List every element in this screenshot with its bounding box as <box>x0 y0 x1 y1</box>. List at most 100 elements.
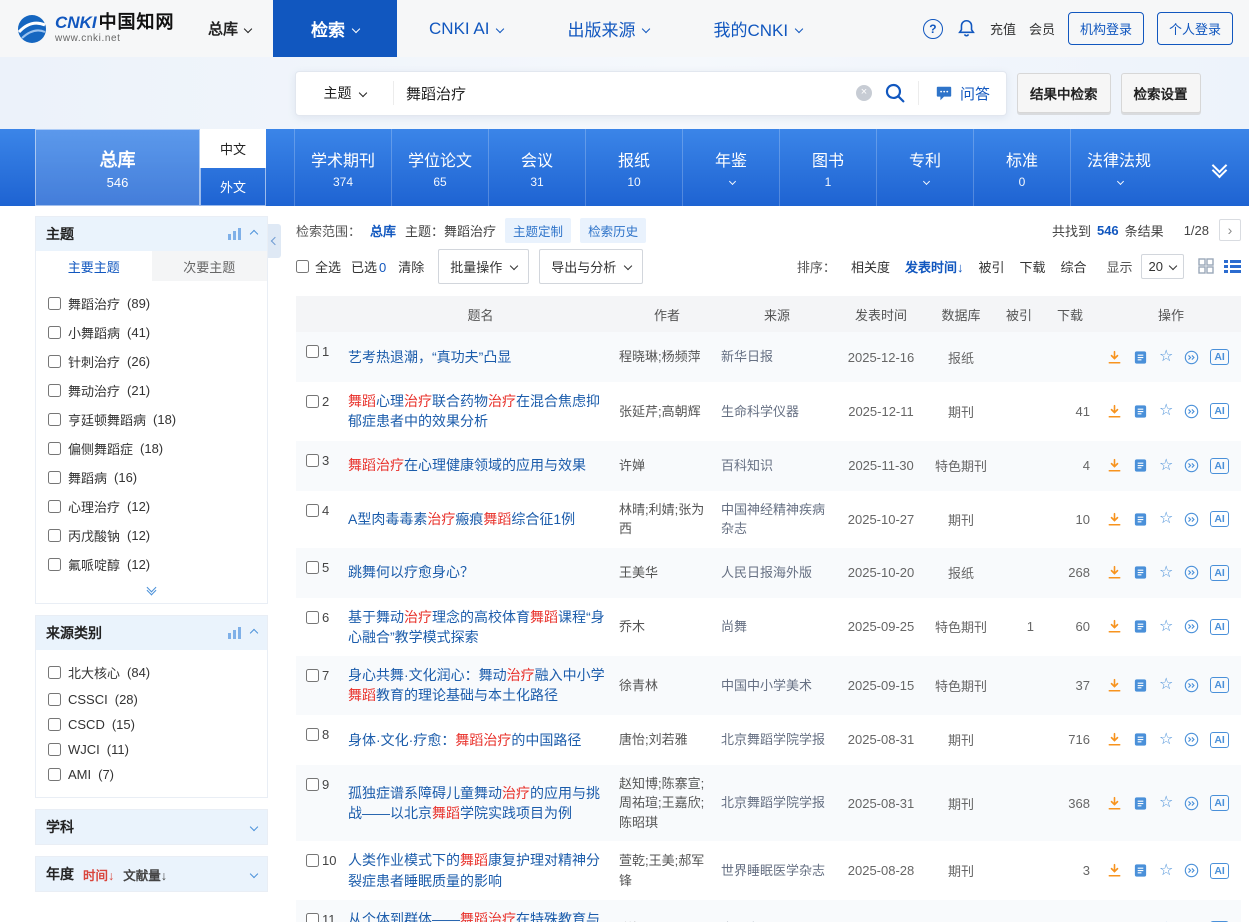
year-sort-time[interactable]: 时间↓ <box>83 865 114 884</box>
result-title-link[interactable]: 舞蹈心理治疗联合药物治疗在混合焦虑抑郁症患者中的效果分析 <box>348 391 613 432</box>
result-title-link[interactable]: 身心共舞·文化润心：舞动治疗融入中小学舞蹈教育的理论基础与本土化路径 <box>348 665 613 706</box>
search-icon[interactable] <box>884 82 906 104</box>
db-tab[interactable]: 图书 1 <box>779 129 876 206</box>
result-cited-count[interactable]: 1 <box>999 619 1039 634</box>
library-select[interactable]: 总库 <box>208 18 251 39</box>
favorite-icon[interactable]: ☆ <box>1159 795 1173 811</box>
filter-item[interactable]: WJCI (11) <box>36 737 267 762</box>
ai-badge[interactable]: AI <box>1210 677 1229 693</box>
favorite-icon[interactable]: ☆ <box>1159 565 1173 581</box>
result-source[interactable]: 北京舞蹈学院学报 <box>721 793 833 813</box>
result-download-count[interactable]: 41 <box>1045 404 1095 419</box>
filter-item[interactable]: CSCD (15) <box>36 712 267 737</box>
ai-badge[interactable]: AI <box>1210 458 1229 474</box>
scope-value[interactable]: 总库 <box>370 221 396 240</box>
result-source[interactable]: 人民日报海外版 <box>721 563 833 583</box>
row-checkbox[interactable] <box>306 913 319 922</box>
result-title-link[interactable]: 从个体到群体——舞蹈治疗在特殊教育与社会支持体系中的实践探索 <box>348 909 613 922</box>
html-read-icon[interactable] <box>1133 863 1148 878</box>
result-authors[interactable]: 程晓琳;杨频萍 <box>619 347 715 367</box>
result-source[interactable]: 生命科学仪器 <box>721 402 833 422</box>
ai-badge[interactable]: AI <box>1210 732 1229 748</box>
cite-icon[interactable] <box>1184 732 1199 747</box>
nav-my-cnki[interactable]: 我的CNKI <box>681 0 834 57</box>
recharge-link[interactable]: 充值 <box>990 19 1016 38</box>
result-download-count[interactable]: 4 <box>1045 458 1095 473</box>
favorite-icon[interactable]: ☆ <box>1159 403 1173 419</box>
row-checkbox[interactable] <box>306 504 319 517</box>
ai-badge[interactable]: AI <box>1210 565 1229 581</box>
sort-bars-icon[interactable] <box>228 228 242 240</box>
sort-option[interactable]: 发表时间↓ <box>905 260 964 275</box>
result-authors[interactable]: 唐怡;刘若雅 <box>619 730 715 750</box>
result-source[interactable]: 中国中小学美术 <box>721 676 833 696</box>
filter-checkbox[interactable] <box>48 500 61 513</box>
download-icon[interactable] <box>1107 732 1122 747</box>
list-view-icon[interactable] <box>1224 259 1241 274</box>
html-read-icon[interactable] <box>1133 619 1148 634</box>
export-analyze-button[interactable]: 导出与分析 <box>539 249 643 284</box>
sort-option[interactable]: 综合 <box>1061 260 1087 275</box>
select-all-checkbox[interactable] <box>296 260 309 273</box>
db-tab[interactable]: 标准 0 <box>973 129 1070 206</box>
result-authors[interactable]: 徐青林 <box>619 676 715 696</box>
result-title-link[interactable]: 人类作业模式下的舞蹈康复护理对精神分裂症患者睡眠质量的影响 <box>348 850 613 891</box>
filter-checkbox[interactable] <box>48 768 61 781</box>
result-source[interactable]: 中国神经精神疾病杂志 <box>721 500 833 539</box>
filter-item[interactable]: 氟哌啶醇 (12) <box>36 550 267 579</box>
filter-checkbox[interactable] <box>48 442 61 455</box>
member-link[interactable]: 会员 <box>1029 19 1055 38</box>
db-tab[interactable]: 学位论文 65 <box>391 129 488 206</box>
search-settings-button[interactable]: 检索设置 <box>1121 73 1201 113</box>
row-checkbox[interactable] <box>306 669 319 682</box>
cite-icon[interactable] <box>1184 678 1199 693</box>
batch-actions-button[interactable]: 批量操作 <box>438 249 529 284</box>
result-download-count[interactable]: 368 <box>1045 796 1095 811</box>
expand-more-icon[interactable] <box>36 581 267 603</box>
year-sort-volume[interactable]: 文献量↓ <box>123 865 167 884</box>
subject-custom-button[interactable]: 主题定制 <box>505 218 571 243</box>
ai-badge[interactable]: AI <box>1210 795 1229 811</box>
filter-checkbox[interactable] <box>48 666 61 679</box>
favorite-icon[interactable]: ☆ <box>1159 863 1173 879</box>
result-authors[interactable]: 萱乾;王美;郝军锋 <box>619 851 715 890</box>
search-history-button[interactable]: 检索历史 <box>580 218 646 243</box>
favorite-icon[interactable]: ☆ <box>1159 458 1173 474</box>
result-source[interactable]: 新华日报 <box>721 347 833 367</box>
row-checkbox[interactable] <box>306 778 319 791</box>
filter-item[interactable]: 心理治疗 (12) <box>36 492 267 521</box>
filter-item[interactable]: 舞蹈病 (16) <box>36 463 267 492</box>
search-in-results-button[interactable]: 结果中检索 <box>1017 73 1111 113</box>
personal-login-button[interactable]: 个人登录 <box>1157 12 1233 45</box>
favorite-icon[interactable]: ☆ <box>1159 349 1173 365</box>
result-download-count[interactable]: 3 <box>1045 863 1095 878</box>
search-field-select[interactable]: 主题 <box>296 81 394 106</box>
download-icon[interactable] <box>1107 678 1122 693</box>
download-icon[interactable] <box>1107 863 1122 878</box>
db-tab[interactable]: 报纸 10 <box>585 129 682 206</box>
html-read-icon[interactable] <box>1133 678 1148 693</box>
result-authors[interactable]: 乔木 <box>619 617 715 637</box>
result-title-link[interactable]: A型肉毒毒素治疗瘢痕舞蹈综合征1例 <box>348 509 613 529</box>
collapse-icon[interactable] <box>250 629 258 637</box>
row-checkbox[interactable] <box>306 561 319 574</box>
lang-zh-tab[interactable]: 中文 <box>200 129 266 168</box>
cite-icon[interactable] <box>1184 404 1199 419</box>
filter-checkbox[interactable] <box>48 529 61 542</box>
filter-item[interactable]: 亨廷顿舞蹈病 (18) <box>36 405 267 434</box>
sort-option[interactable]: 下载 <box>1019 260 1045 275</box>
result-download-count[interactable]: 60 <box>1045 619 1095 634</box>
collapse-icon[interactable] <box>250 230 258 238</box>
download-icon[interactable] <box>1107 619 1122 634</box>
next-page-button[interactable]: › <box>1219 219 1241 241</box>
html-read-icon[interactable] <box>1133 732 1148 747</box>
cite-icon[interactable] <box>1184 619 1199 634</box>
result-download-count[interactable]: 716 <box>1045 732 1095 747</box>
search-input[interactable] <box>394 85 856 102</box>
result-title-link[interactable]: 艺考热退潮，“真功夫”凸显 <box>348 347 613 367</box>
filter-checkbox[interactable] <box>48 413 61 426</box>
result-source[interactable]: 百科知识 <box>721 456 833 476</box>
filter-checkbox[interactable] <box>48 743 61 756</box>
db-tab-zongku[interactable]: 总库 546 <box>35 129 200 206</box>
result-title-link[interactable]: 身体·文化·疗愈：舞蹈治疗的中国路径 <box>348 730 613 750</box>
